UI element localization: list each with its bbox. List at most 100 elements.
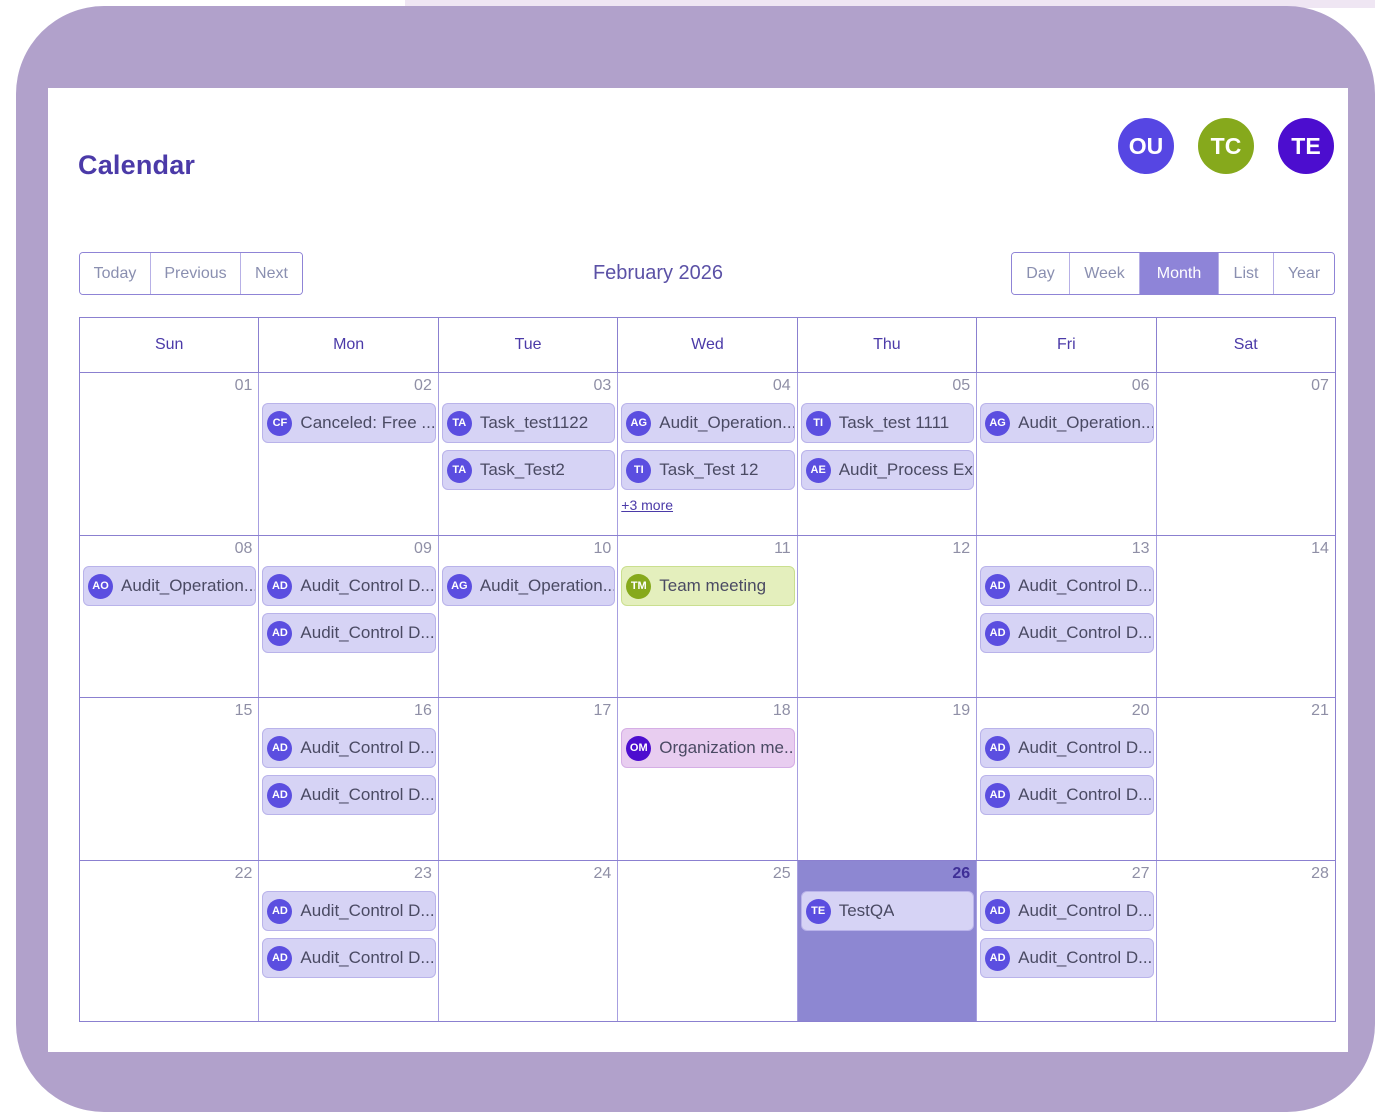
- calendar-event[interactable]: AD Audit_Control D...: [980, 938, 1154, 978]
- avatar[interactable]: TE: [1278, 118, 1334, 174]
- calendar-event[interactable]: TE TestQA: [800, 891, 975, 931]
- next-button[interactable]: Next: [241, 253, 302, 294]
- event-avatar: AD: [267, 735, 293, 761]
- calendar-event[interactable]: TM Team meeting: [621, 566, 795, 606]
- day-number[interactable]: 22: [235, 865, 253, 883]
- calendar-event[interactable]: TI Task_Test 12: [621, 450, 795, 490]
- day-cell[interactable]: 20 AD Audit_Control D... AD Audit_Control D.…: [977, 698, 1157, 860]
- day-number[interactable]: 20: [1132, 702, 1150, 720]
- day-cell[interactable]: 09 AD Audit_Control D... AD Audit_Control D.…: [259, 536, 439, 697]
- week-view-button[interactable]: Week: [1070, 253, 1140, 294]
- day-cell[interactable]: 03 TA Task_test1122 TA Task_Test2: [439, 373, 619, 535]
- day-number[interactable]: 16: [414, 702, 432, 720]
- day-number[interactable]: 21: [1311, 702, 1329, 720]
- calendar-event[interactable]: AD Audit_Control D...: [262, 613, 436, 653]
- day-number[interactable]: 13: [1132, 540, 1150, 558]
- previous-button[interactable]: Previous: [151, 253, 241, 294]
- day-number[interactable]: 01: [235, 377, 253, 395]
- event-title: Audit_Control D...: [300, 785, 435, 804]
- day-number[interactable]: 05: [952, 377, 970, 395]
- calendar-event[interactable]: AG Audit_Operation...: [621, 403, 795, 443]
- day-cell[interactable]: 05 TI Task_test 1111 AE Audit_Process Ex...: [798, 373, 978, 535]
- day-cell[interactable]: 23 AD Audit_Control D... AD Audit_Control D.…: [259, 861, 439, 1021]
- calendar-event[interactable]: AD Audit_Control D...: [262, 891, 436, 931]
- day-cell[interactable]: 28: [1157, 861, 1335, 1021]
- day-cell[interactable]: 13 AD Audit_Control D... AD Audit_Control D.…: [977, 536, 1157, 697]
- day-number[interactable]: 14: [1311, 540, 1329, 558]
- event-avatar: OM: [626, 735, 652, 761]
- calendar-event[interactable]: AD Audit_Control D...: [980, 728, 1154, 768]
- day-number[interactable]: 11: [774, 540, 791, 558]
- day-number[interactable]: 18: [773, 702, 791, 720]
- month-view-button[interactable]: Month: [1140, 253, 1219, 294]
- calendar-event[interactable]: OM Organization me...: [621, 728, 795, 768]
- day-number[interactable]: 12: [952, 540, 970, 558]
- day-cell[interactable]: 15: [80, 698, 260, 860]
- calendar-event[interactable]: CF Canceled: Free ...: [262, 403, 436, 443]
- day-cell[interactable]: 12: [798, 536, 978, 697]
- day-cell[interactable]: 01: [80, 373, 260, 535]
- calendar-event[interactable]: AD Audit_Control D...: [262, 728, 436, 768]
- day-cell[interactable]: 18 OM Organization me...: [618, 698, 798, 860]
- day-cell[interactable]: 22: [80, 861, 260, 1021]
- day-cell[interactable]: 27 AD Audit_Control D... AD Audit_Control D.…: [977, 861, 1157, 1021]
- calendar-event[interactable]: AG Audit_Operation...: [441, 566, 616, 606]
- day-cell[interactable]: 17: [439, 698, 619, 860]
- day-cell[interactable]: 11 TM Team meeting: [618, 536, 798, 697]
- calendar-event[interactable]: AD Audit_Control D...: [980, 566, 1154, 606]
- event-avatar: AG: [985, 410, 1011, 436]
- calendar-event[interactable]: AD Audit_Control D...: [262, 938, 436, 978]
- event-avatar: AD: [267, 620, 293, 646]
- calendar-event[interactable]: AE Audit_Process Ex...: [800, 450, 975, 490]
- day-number[interactable]: 26: [952, 865, 970, 883]
- day-cell[interactable]: 16 AD Audit_Control D... AD Audit_Control D.…: [259, 698, 439, 860]
- day-view-button[interactable]: Day: [1012, 253, 1070, 294]
- day-number[interactable]: 02: [414, 377, 432, 395]
- more-events-link[interactable]: +3 more: [621, 497, 673, 513]
- day-cell[interactable]: 24: [439, 861, 619, 1021]
- day-cell[interactable]: 07: [1157, 373, 1335, 535]
- day-number[interactable]: 28: [1311, 865, 1329, 883]
- day-number[interactable]: 27: [1132, 865, 1150, 883]
- day-cell[interactable]: 14: [1157, 536, 1335, 697]
- avatar[interactable]: OU: [1118, 118, 1174, 174]
- day-number[interactable]: 25: [773, 865, 791, 883]
- day-number[interactable]: 17: [593, 702, 611, 720]
- day-cell[interactable]: 19: [798, 698, 978, 860]
- view-button-group: Day Week Month List Year: [1011, 252, 1335, 295]
- year-view-button[interactable]: Year: [1274, 253, 1334, 294]
- day-cell[interactable]: 06 AG Audit_Operation...: [977, 373, 1157, 535]
- day-cell[interactable]: 04 AG Audit_Operation... TI Task_Test 12 +3 m…: [618, 373, 798, 535]
- calendar-event[interactable]: TI Task_test 1111: [800, 403, 975, 443]
- day-number[interactable]: 07: [1311, 377, 1329, 395]
- day-cell[interactable]: 10 AG Audit_Operation...: [439, 536, 619, 697]
- day-number[interactable]: 24: [593, 865, 611, 883]
- day-number[interactable]: 09: [414, 540, 432, 558]
- event-avatar: TI: [626, 457, 652, 483]
- calendar-event[interactable]: AD Audit_Control D...: [262, 775, 436, 815]
- list-view-button[interactable]: List: [1219, 253, 1274, 294]
- day-number[interactable]: 10: [593, 540, 611, 558]
- day-number[interactable]: 15: [235, 702, 253, 720]
- today-button[interactable]: Today: [80, 253, 151, 294]
- calendar-event[interactable]: AD Audit_Control D...: [980, 891, 1154, 931]
- day-number[interactable]: 23: [414, 865, 432, 883]
- day-cell[interactable]: 02 CF Canceled: Free ...: [259, 373, 439, 535]
- day-number[interactable]: 08: [235, 540, 253, 558]
- calendar-event[interactable]: TA Task_Test2: [441, 450, 616, 490]
- day-cell[interactable]: 08 AO Audit_Operation...: [80, 536, 260, 697]
- calendar-event[interactable]: AD Audit_Control D...: [980, 613, 1154, 653]
- calendar-event[interactable]: AO Audit_Operation...: [83, 566, 257, 606]
- avatar[interactable]: TC: [1198, 118, 1254, 174]
- day-cell[interactable]: 21: [1157, 698, 1335, 860]
- day-cell[interactable]: 26 TE TestQA: [797, 861, 978, 1021]
- day-number[interactable]: 19: [952, 702, 970, 720]
- day-number[interactable]: 04: [773, 377, 791, 395]
- day-number[interactable]: 06: [1132, 377, 1150, 395]
- calendar-event[interactable]: AD Audit_Control D...: [980, 775, 1154, 815]
- day-number[interactable]: 03: [593, 377, 611, 395]
- day-cell[interactable]: 25: [618, 861, 798, 1021]
- calendar-event[interactable]: TA Task_test1122: [441, 403, 616, 443]
- calendar-event[interactable]: AD Audit_Control D...: [262, 566, 436, 606]
- calendar-event[interactable]: AG Audit_Operation...: [980, 403, 1154, 443]
